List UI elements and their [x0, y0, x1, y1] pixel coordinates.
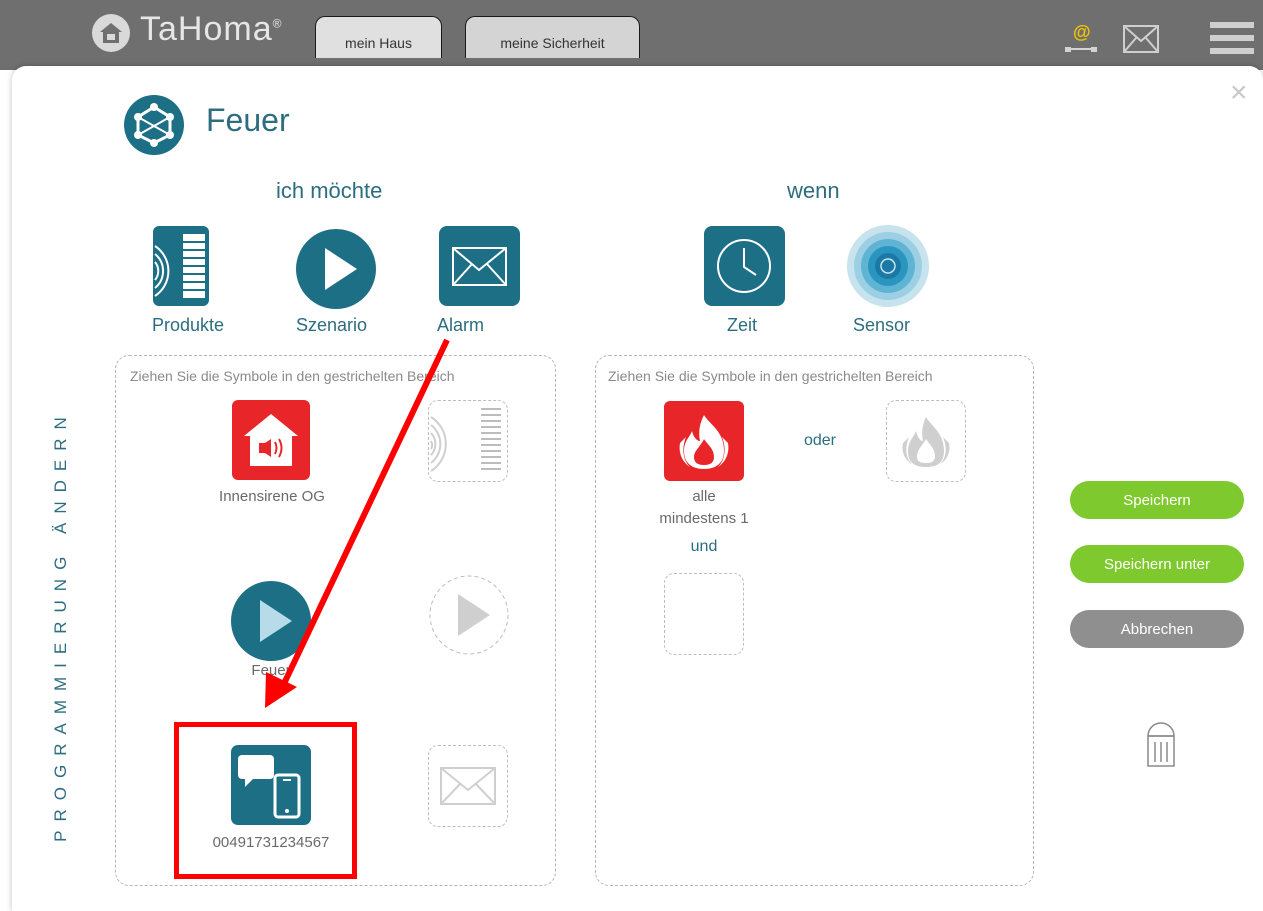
tahoma-logo[interactable]: TaHoma®	[92, 10, 342, 52]
siren-icon[interactable]	[232, 400, 310, 480]
contact-at-icon[interactable]: @	[1063, 20, 1099, 56]
envelope-ghost-icon	[440, 767, 496, 805]
action-header: ich möchte	[276, 178, 383, 203]
tool-produkte-label: Produkte	[152, 315, 225, 335]
condition-drop-hint: Ziehen Sie die Symbole in den gestrichel…	[608, 368, 933, 384]
and-drop-slot[interactable]	[664, 573, 744, 655]
cancel-button[interactable]: Abbrechen	[1070, 610, 1244, 648]
siren-label: Innensirene OG	[219, 488, 325, 505]
tool-szenario-label: Szenario	[296, 315, 368, 335]
fire-ghost-icon	[902, 417, 950, 467]
condition-header: wenn	[787, 178, 840, 203]
side-label: PROGRAMMIERUNG ÄNDERN	[51, 408, 70, 842]
tool-szenario[interactable]	[295, 228, 377, 315]
sensor-min-label: mindestens 1	[659, 510, 749, 527]
scenario-drop-slot[interactable]	[428, 574, 510, 656]
save-button[interactable]: Speichern	[1070, 481, 1244, 519]
tool-alarm[interactable]	[439, 226, 520, 311]
clock-icon	[704, 226, 785, 306]
hamburger-menu-icon[interactable]	[1210, 20, 1254, 56]
top-bar: TaHoma® mein Haus meine Sicherheit @	[0, 0, 1263, 70]
play-icon	[296, 229, 376, 309]
save-as-button[interactable]: Speichern unter	[1070, 545, 1244, 583]
brand-name: TaHoma®	[140, 10, 283, 48]
envelope-icon	[439, 226, 520, 306]
and-label: und	[690, 538, 718, 555]
network-icon	[124, 95, 184, 155]
alarm-drop-slot[interactable]	[428, 745, 508, 827]
svg-text:@: @	[1073, 22, 1091, 42]
close-icon[interactable]: ×	[1230, 78, 1248, 108]
or-label: oder	[803, 432, 837, 449]
page-title: Feuer	[206, 102, 290, 138]
home-icon	[92, 14, 130, 52]
scenario-play-icon[interactable]	[230, 580, 312, 662]
fire-sensor-icon[interactable]	[664, 401, 744, 481]
sensor-icon	[847, 225, 929, 307]
tab-mein-haus[interactable]: mein Haus	[315, 16, 442, 58]
tab-meine-sicherheit[interactable]: meine Sicherheit	[465, 16, 640, 58]
scenario-label: Feuer	[251, 662, 291, 679]
highlight-box	[174, 722, 357, 879]
products-icon	[153, 226, 209, 306]
tool-produkte[interactable]	[153, 226, 209, 311]
trash-icon[interactable]	[1146, 718, 1176, 768]
tool-zeit[interactable]	[704, 226, 785, 311]
mail-icon[interactable]	[1123, 25, 1159, 53]
fire-or-drop-slot[interactable]	[886, 400, 966, 482]
products-drop-slot[interactable]	[428, 400, 508, 482]
sensor-all-label: alle	[692, 488, 716, 505]
tool-sensor[interactable]	[846, 224, 930, 313]
products-ghost-icon	[430, 408, 501, 472]
tool-zeit-label: Zeit	[727, 315, 758, 335]
action-drop-hint: Ziehen Sie die Symbole in den gestrichel…	[130, 368, 455, 384]
tool-sensor-label: Sensor	[853, 315, 911, 335]
tool-alarm-label: Alarm	[437, 315, 485, 335]
